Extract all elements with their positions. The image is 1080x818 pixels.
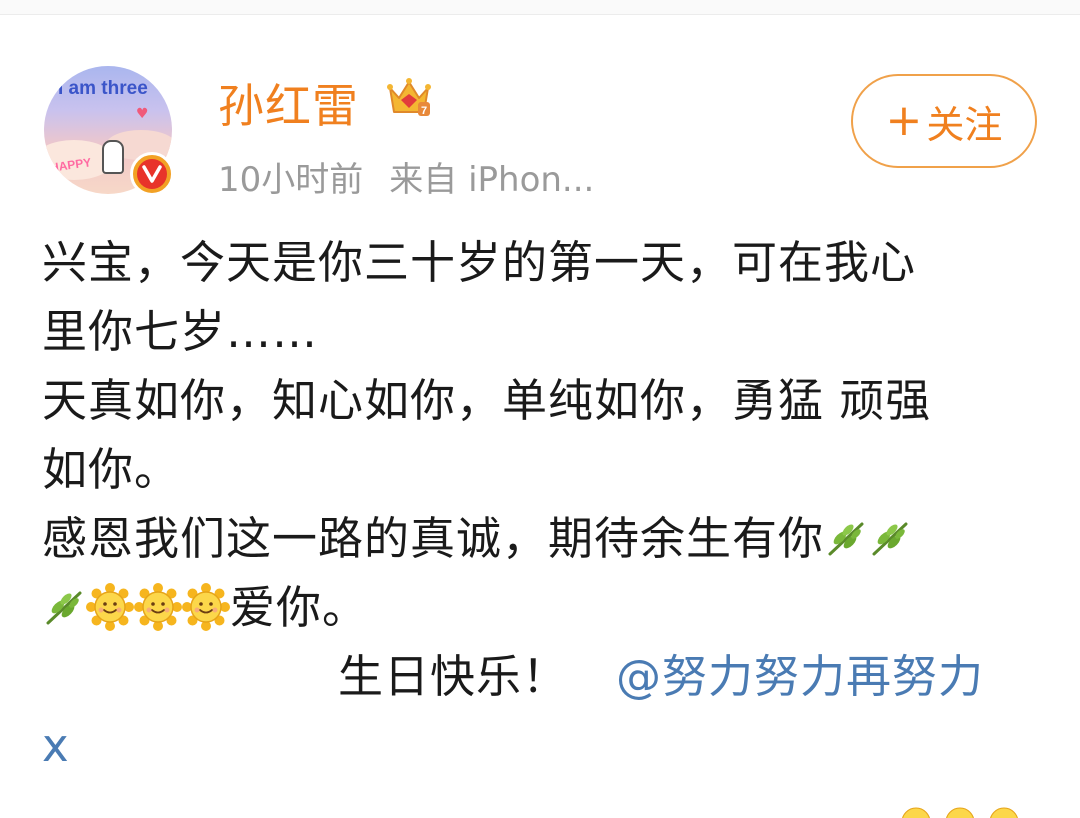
author-name[interactable]: 孙红雷 — [218, 70, 359, 136]
post-time: 10小时前 — [218, 160, 364, 200]
post-body: 兴宝，今天是你三十岁的第一天，可在我心 里你七岁…… 天真如你，知心如你，单纯如… — [42, 228, 1032, 780]
verified-v-icon — [130, 152, 174, 196]
leaf-emoji-icon — [46, 591, 82, 625]
post-meta: 10小时前 来自 iPhon... — [218, 152, 594, 201]
post-line: 里你七岁…… — [42, 305, 319, 358]
post-line: 生日快乐！ @努力努力再努力 — [42, 642, 1032, 711]
crown-icon: 7 — [387, 78, 431, 117]
plus-icon: + — [885, 95, 923, 146]
sunflower-emoji-icon — [182, 583, 230, 631]
avatar-caption: I am three — [58, 78, 148, 99]
post-line-text: 爱你。 — [230, 581, 369, 634]
sunflower-emoji-icon — [134, 583, 182, 631]
reaction-emoji-strip — [902, 807, 1018, 818]
leaf-emoji-icon — [872, 522, 908, 556]
post-line: 兴宝，今天是你三十岁的第一天，可在我心 — [42, 236, 917, 289]
sunflower-emoji-icon — [86, 583, 134, 631]
post-line-text: 感恩我们这一路的真诚，期待余生有你 — [42, 512, 825, 565]
post-line: 如你。 — [42, 443, 181, 496]
post-line: 天真如你，知心如你，单纯如你，勇猛 顽强 — [42, 374, 932, 427]
post-line: x — [42, 711, 1032, 780]
astronaut-figure — [102, 140, 124, 174]
birthday-text: 生日快乐！ — [338, 650, 569, 703]
leaf-emoji-icon — [828, 522, 864, 556]
top-divider — [0, 0, 1080, 15]
post-line: 感恩我们这一路的真诚，期待余生有你 — [42, 504, 1032, 573]
follow-label: 关注 — [926, 102, 1003, 147]
mention-link[interactable]: @努力努力再努力 — [616, 650, 984, 703]
mention-link-tail[interactable]: x — [42, 719, 70, 772]
svg-text:7: 7 — [421, 105, 427, 117]
post-source: 来自 iPhon... — [389, 160, 595, 200]
heart-icon: ♥ — [136, 106, 149, 122]
follow-button[interactable]: + 关注 — [851, 74, 1037, 168]
post-line: 爱你。 — [42, 573, 1032, 642]
